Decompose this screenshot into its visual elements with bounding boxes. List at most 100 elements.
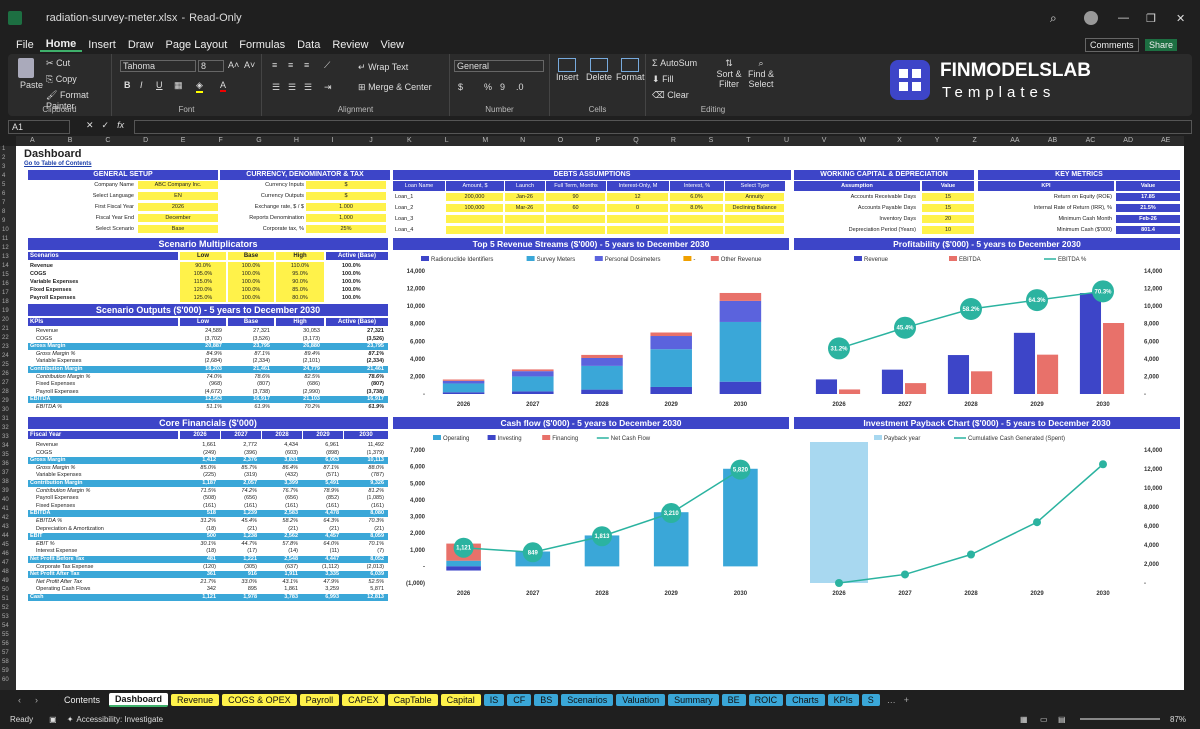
row-header[interactable]: 7 [2, 200, 5, 206]
tab-be[interactable]: BE [721, 694, 746, 706]
worksheet[interactable]: Dashboard Go to Table of Contents GENERA… [16, 146, 1184, 690]
row-header[interactable]: 30 [2, 407, 9, 413]
menu-formulas[interactable]: Formulas [233, 39, 291, 51]
italic-icon[interactable]: I [140, 80, 143, 90]
row-header[interactable]: 25 [2, 362, 9, 368]
toc-link[interactable]: Go to Table of Contents [24, 161, 92, 167]
multiplier-cell[interactable]: 100.0% [228, 262, 274, 270]
column-header-T[interactable]: T [746, 137, 750, 144]
row-header[interactable]: 42 [2, 515, 9, 521]
column-header-B[interactable]: B [68, 137, 73, 144]
minimize-icon[interactable]: — [1118, 12, 1129, 24]
multiplier-cell[interactable]: 85.0% [276, 286, 324, 294]
tab-s[interactable]: S [861, 694, 880, 706]
row-header[interactable]: 35 [2, 452, 9, 458]
percent-icon[interactable]: % [484, 82, 492, 92]
column-header-E[interactable]: E [181, 137, 186, 144]
paste-button[interactable]: Paste [20, 80, 43, 90]
debts-cell[interactable]: 8.0% [670, 204, 723, 212]
row-header[interactable]: 18 [2, 299, 9, 305]
multiplier-cell[interactable]: 105.0% [180, 270, 226, 278]
column-header-G[interactable]: G [256, 137, 261, 144]
debts-cell[interactable] [725, 215, 784, 223]
currency-value[interactable]: $ [306, 181, 386, 189]
formula-input[interactable] [134, 120, 1192, 134]
row-header[interactable]: 9 [2, 218, 5, 224]
restore-icon[interactable]: ❐ [1146, 12, 1156, 25]
multiplier-cell[interactable]: 80.0% [276, 294, 324, 302]
debts-cell[interactable]: Jan-26 [505, 193, 544, 201]
row-header[interactable]: 39 [2, 488, 9, 494]
menu-draw[interactable]: Draw [122, 39, 160, 51]
row-header[interactable]: 47 [2, 560, 9, 566]
row-header[interactable]: 1 [2, 146, 5, 152]
orientation-icon[interactable]: ⟋ [324, 60, 330, 71]
row-header[interactable]: 8 [2, 209, 5, 215]
column-header-F[interactable]: F [219, 137, 223, 144]
row-header[interactable]: 34 [2, 443, 9, 449]
row-header[interactable]: 17 [2, 290, 9, 296]
align-top-icon[interactable]: ≡ [272, 60, 277, 70]
menu-insert[interactable]: Insert [82, 39, 122, 51]
currency-value[interactable]: 25% [306, 225, 386, 233]
column-header-M[interactable]: M [482, 137, 488, 144]
column-header-L[interactable]: L [445, 137, 449, 144]
row-header[interactable]: 22 [2, 335, 9, 341]
wc-value[interactable]: 15 [922, 204, 974, 212]
tab-charts[interactable]: Charts [786, 694, 825, 706]
column-header-C[interactable]: C [105, 137, 110, 144]
debts-cell[interactable]: 200,000 [446, 193, 503, 201]
menu-home[interactable]: Home [39, 38, 83, 52]
row-header[interactable]: 13 [2, 254, 9, 260]
multiplier-cell[interactable]: 100.0% [228, 278, 274, 286]
row-header[interactable]: 58 [2, 659, 9, 665]
cut-button[interactable]: ✂ Cut [46, 58, 70, 69]
number-format-select[interactable]: General [454, 60, 544, 72]
multiplier-cell[interactable]: 100.0% [228, 286, 274, 294]
row-header[interactable]: 10 [2, 227, 9, 233]
tab-contents[interactable]: Contents [58, 694, 107, 706]
row-header[interactable]: 5 [2, 182, 5, 188]
fill-button[interactable]: ⬇ Fill [652, 74, 674, 85]
fx-icon[interactable]: fx [117, 120, 124, 134]
column-header-AE[interactable]: AE [1161, 137, 1170, 144]
tab-is[interactable]: IS [483, 694, 505, 706]
search-icon[interactable]: ⌕ [1050, 11, 1057, 26]
fill-color-icon[interactable]: ◈ [196, 80, 203, 93]
align-middle-icon[interactable]: ≡ [288, 60, 293, 70]
row-header[interactable]: 26 [2, 371, 9, 377]
row-header[interactable]: 14 [2, 263, 9, 269]
debts-cell[interactable]: 12 [607, 193, 668, 201]
row-header[interactable]: 43 [2, 524, 9, 530]
add-sheet-icon[interactable]: + [904, 695, 909, 705]
column-header-R[interactable]: R [671, 137, 676, 144]
row-header[interactable]: 4 [2, 173, 5, 179]
row-header[interactable]: 51 [2, 596, 9, 602]
menu-view[interactable]: View [374, 39, 410, 51]
column-header-V[interactable]: V [822, 137, 827, 144]
share-button[interactable]: Share [1145, 39, 1178, 51]
tab-cf[interactable]: CF [507, 694, 532, 706]
paste-icon[interactable] [18, 58, 34, 78]
column-header-AB[interactable]: AB [1048, 137, 1057, 144]
column-header-S[interactable]: S [709, 137, 714, 144]
autosum-button[interactable]: Σ AutoSum [652, 58, 697, 68]
clear-button[interactable]: ⌫ Clear [652, 90, 689, 101]
row-header[interactable]: 54 [2, 623, 9, 629]
align-bottom-icon[interactable]: ≡ [304, 60, 309, 70]
indent-icon[interactable]: ⇥ [324, 82, 332, 93]
zoom-slider[interactable] [1080, 718, 1160, 720]
column-header-Y[interactable]: Y [935, 137, 940, 144]
row-header[interactable]: 49 [2, 578, 9, 584]
column-header-N[interactable]: N [520, 137, 525, 144]
multiplier-cell[interactable]: 90.0% [276, 278, 324, 286]
row-header[interactable]: 40 [2, 497, 9, 503]
tab-roic[interactable]: ROIC [748, 694, 784, 706]
tab-kpis[interactable]: KPIs [827, 694, 859, 706]
column-header-I[interactable]: I [332, 137, 334, 144]
sort-filter-button[interactable]: ⇅ Sort & Filter [714, 58, 744, 89]
general-setup-value[interactable]: Base [138, 225, 218, 233]
row-header[interactable]: 3 [2, 164, 5, 170]
decimal-icon[interactable]: .0 [516, 82, 524, 92]
row-header[interactable]: 19 [2, 308, 9, 314]
